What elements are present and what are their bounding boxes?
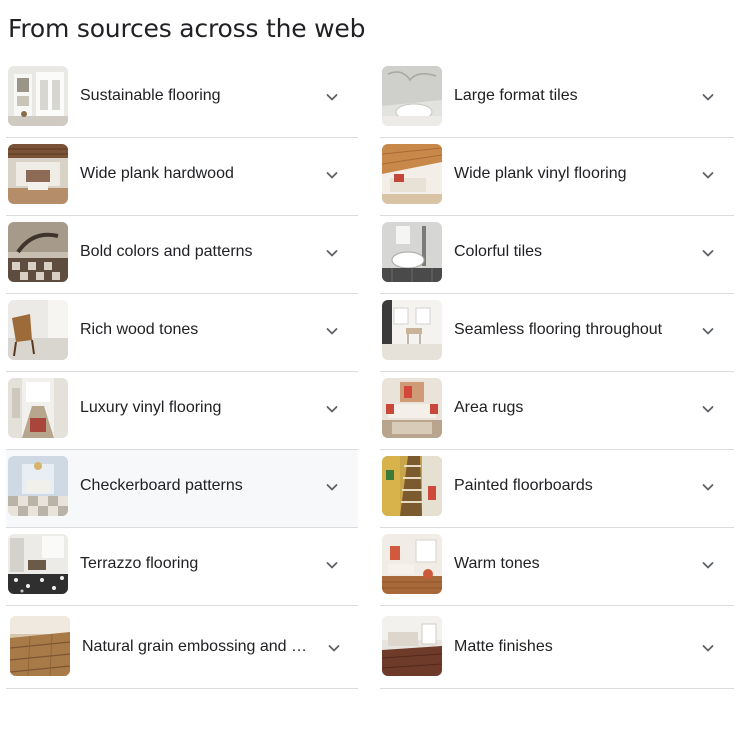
item-label: Natural grain embossing and …: [82, 638, 308, 655]
item-label: Matte finishes: [454, 638, 553, 655]
chevron-down-icon[interactable]: [324, 167, 340, 183]
chevron-down-icon[interactable]: [324, 557, 340, 573]
thumbnail-image: [8, 456, 68, 516]
list-item-large-format-tiles[interactable]: Large format tiles: [380, 60, 734, 138]
list-item-area-rugs[interactable]: Area rugs: [380, 372, 734, 450]
list-item-checkerboard-patterns[interactable]: Checkerboard patterns: [6, 450, 358, 528]
chevron-down-icon[interactable]: [700, 245, 716, 261]
item-label: Bold colors and patterns: [80, 243, 253, 260]
right-column: Large format tiles Wide plank vinyl floo…: [380, 60, 734, 689]
thumbnail-image: [8, 144, 68, 204]
chevron-down-icon[interactable]: [324, 479, 340, 495]
item-label: Rich wood tones: [80, 321, 199, 338]
item-label: Warm tones: [454, 555, 540, 572]
chevron-down-icon[interactable]: [324, 323, 340, 339]
list-item-warm-tones[interactable]: Warm tones: [380, 528, 734, 606]
thumbnail-image: [382, 222, 442, 282]
thumbnail-image: [8, 300, 68, 360]
list-item-wide-plank-vinyl-flooring[interactable]: Wide plank vinyl flooring: [380, 138, 734, 216]
thumbnail-image: [382, 534, 442, 594]
page-title: From sources across the web: [8, 14, 366, 43]
item-label: Terrazzo flooring: [80, 555, 199, 572]
chevron-down-icon[interactable]: [324, 401, 340, 417]
list-item-luxury-vinyl-flooring[interactable]: Luxury vinyl flooring: [6, 372, 358, 450]
thumbnail-image: [382, 378, 442, 438]
item-label: Colorful tiles: [454, 243, 543, 260]
chevron-down-icon[interactable]: [700, 479, 716, 495]
chevron-down-icon[interactable]: [700, 167, 716, 183]
chevron-down-icon[interactable]: [324, 245, 340, 261]
item-label: Sustainable flooring: [80, 87, 221, 104]
thumbnail-image: [382, 616, 442, 676]
thumbnail-image: [382, 144, 442, 204]
list-item-matte-finishes[interactable]: Matte finishes: [380, 606, 734, 689]
chevron-down-icon[interactable]: [700, 401, 716, 417]
list-item-colorful-tiles[interactable]: Colorful tiles: [380, 216, 734, 294]
item-label: Wide plank vinyl flooring: [454, 165, 627, 182]
list-item-terrazzo-flooring[interactable]: Terrazzo flooring: [6, 528, 358, 606]
chevron-down-icon[interactable]: [700, 323, 716, 339]
list-item-wide-plank-hardwood[interactable]: Wide plank hardwood: [6, 138, 358, 216]
item-label: Luxury vinyl flooring: [80, 399, 222, 416]
thumbnail-image: [382, 300, 442, 360]
item-label: Seamless flooring throughout: [454, 321, 663, 338]
item-label: Painted floorboards: [454, 477, 593, 494]
list-item-painted-floorboards[interactable]: Painted floorboards: [380, 450, 734, 528]
thumbnail-image: [8, 222, 68, 282]
thumbnail-image: [10, 616, 70, 676]
chevron-down-icon[interactable]: [700, 89, 716, 105]
thumbnail-image: [382, 66, 442, 126]
item-label: Large format tiles: [454, 87, 578, 104]
list-item-rich-wood-tones[interactable]: Rich wood tones: [6, 294, 358, 372]
item-label: Checkerboard patterns: [80, 477, 243, 494]
list-item-sustainable-flooring[interactable]: Sustainable flooring: [6, 60, 358, 138]
list-item-seamless-flooring-throughout[interactable]: Seamless flooring throughout: [380, 294, 734, 372]
thumbnail-image: [382, 456, 442, 516]
thumbnail-image: [8, 534, 68, 594]
chevron-down-icon[interactable]: [700, 557, 716, 573]
left-column: Sustainable flooring Wide plank hardwood…: [6, 60, 358, 689]
list-item-bold-colors-and-patterns[interactable]: Bold colors and patterns: [6, 216, 358, 294]
thumbnail-image: [8, 66, 68, 126]
chevron-down-icon[interactable]: [324, 89, 340, 105]
list-item-natural-grain-embossing[interactable]: Natural grain embossing and …: [6, 606, 358, 689]
thumbnail-image: [8, 378, 68, 438]
item-label: Wide plank hardwood: [80, 165, 234, 182]
item-label: Area rugs: [454, 399, 524, 416]
chevron-down-icon[interactable]: [326, 640, 342, 656]
chevron-down-icon[interactable]: [700, 640, 716, 656]
